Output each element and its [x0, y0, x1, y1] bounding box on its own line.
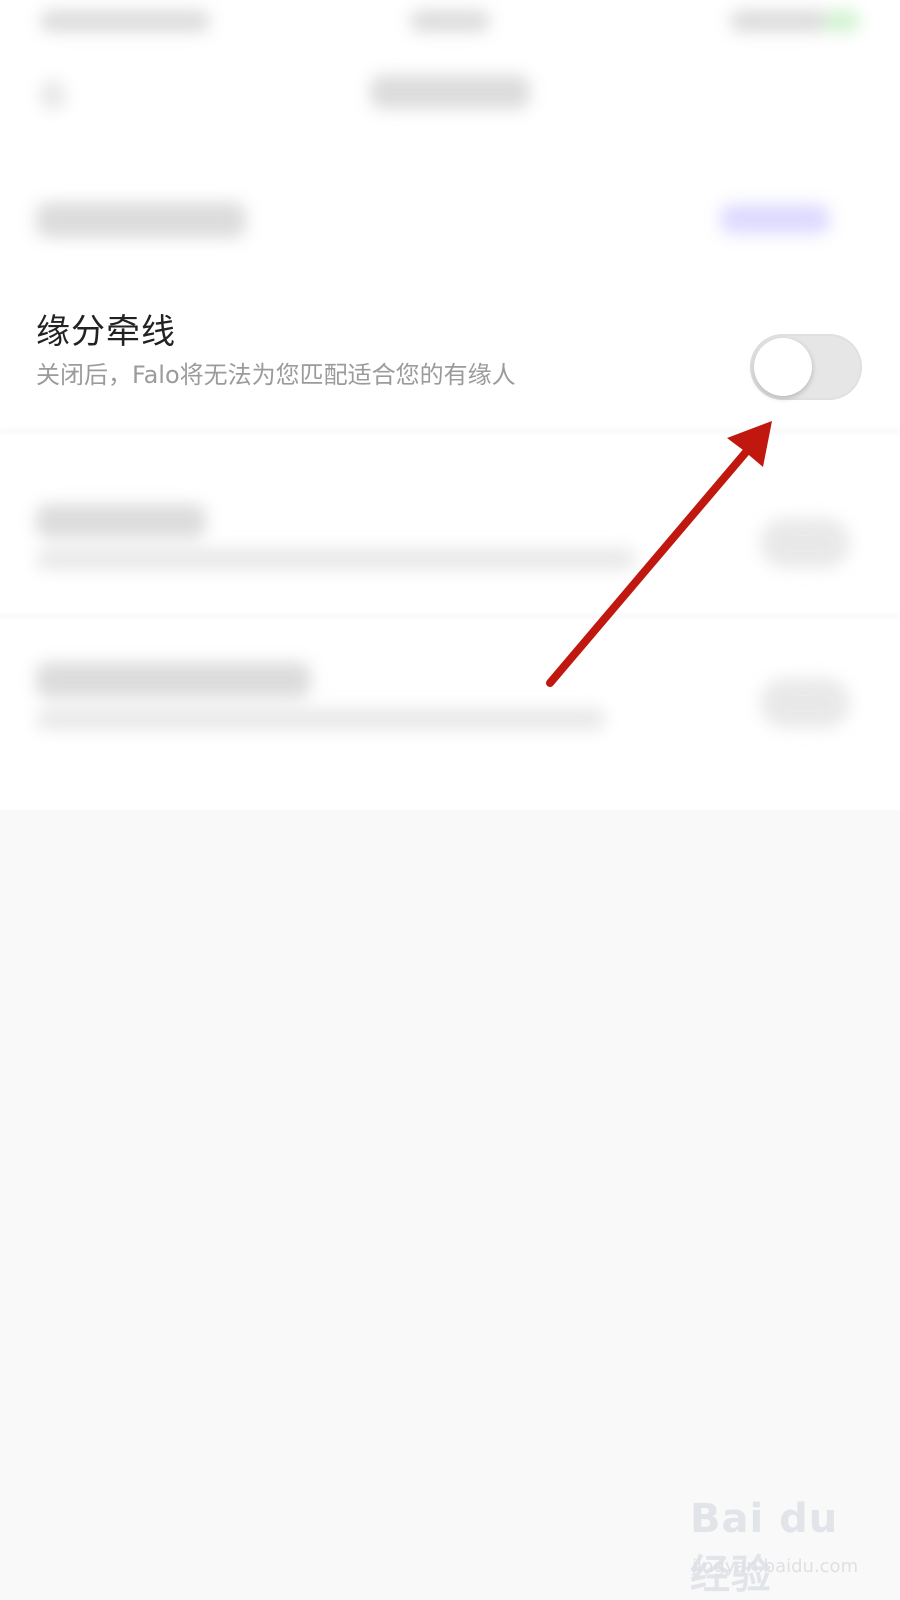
setting-row-1-action[interactable] — [720, 204, 830, 234]
setting-row-4-toggle[interactable] — [760, 678, 850, 728]
status-time — [410, 10, 490, 32]
status-bar — [0, 0, 900, 50]
divider — [0, 615, 900, 617]
setting-row-3-toggle[interactable] — [760, 518, 850, 568]
matchmaking-description: 关闭后，Falo将无法为您匹配适合您的有缘人 — [36, 361, 516, 389]
matchmaking-title: 缘分牵线 — [36, 312, 176, 352]
setting-row-3-title — [36, 504, 206, 538]
setting-row-3-description — [36, 548, 636, 570]
page-title — [370, 75, 530, 109]
divider — [0, 430, 900, 432]
setting-row-4[interactable] — [0, 650, 900, 760]
battery-level — [825, 10, 860, 32]
back-icon[interactable] — [40, 80, 66, 110]
setting-row-1-title — [36, 202, 246, 238]
watermark-logo: Bai du 经验 — [690, 1496, 839, 1598]
nav-bar — [0, 60, 900, 140]
toggle-knob — [754, 338, 812, 396]
matchmaking-toggle[interactable] — [750, 334, 862, 400]
setting-row-4-description — [36, 708, 606, 730]
watermark-url: jingyan.baidu.com — [692, 1556, 859, 1577]
setting-row-3[interactable] — [0, 490, 900, 600]
status-carrier — [40, 10, 210, 32]
setting-row-1[interactable] — [0, 180, 900, 270]
setting-row-4-title — [36, 662, 311, 698]
baidu-jingyan-watermark: Bai du 经验 jingyan.baidu.com — [690, 1496, 880, 1598]
status-battery — [730, 10, 830, 32]
